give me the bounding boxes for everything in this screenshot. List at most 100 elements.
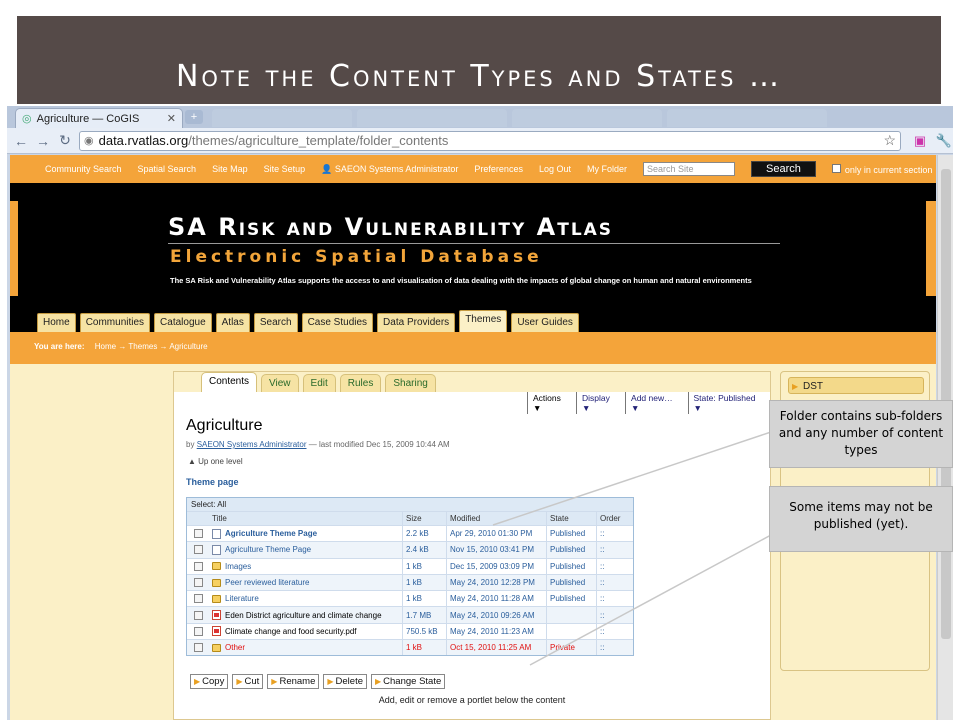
- col-title[interactable]: Title: [209, 514, 402, 523]
- up-one-level-link[interactable]: ▲ Up one level: [188, 457, 243, 466]
- site-search-button[interactable]: Search: [751, 161, 816, 177]
- drag-handle[interactable]: ::: [596, 623, 633, 640]
- content-tabs: Contents View Edit Rules Sharing: [174, 372, 770, 392]
- add-new-menu[interactable]: Add new… ▼: [625, 392, 687, 414]
- drag-handle[interactable]: ::: [596, 591, 633, 607]
- table-row: Eden District agriculture and climate ch…: [187, 606, 633, 623]
- page-menu-icon[interactable]: ▣: [911, 133, 929, 149]
- site-tab-user-guides[interactable]: User Guides: [511, 313, 579, 332]
- only-current-section-checkbox[interactable]: [831, 163, 841, 173]
- col-modified[interactable]: Modified: [446, 512, 546, 525]
- select-all-link[interactable]: All: [217, 500, 226, 509]
- item-title[interactable]: Images: [225, 562, 251, 571]
- new-tab-button[interactable]: +: [185, 110, 203, 124]
- background-tab[interactable]: [357, 109, 507, 127]
- background-tab[interactable]: [667, 109, 827, 127]
- drag-handle[interactable]: ::: [596, 558, 633, 574]
- theme-page-link[interactable]: Theme page: [186, 477, 239, 487]
- browser-tab[interactable]: ◎ Agriculture — CoGIS ✕: [15, 108, 183, 128]
- item-title[interactable]: Climate change and food security.pdf: [225, 627, 356, 636]
- drag-handle[interactable]: ::: [596, 607, 633, 623]
- delete-button[interactable]: ▶ Delete: [323, 674, 367, 689]
- table-header: Title Size Modified State Order: [187, 511, 633, 525]
- row-checkbox[interactable]: [193, 578, 203, 588]
- breadcrumb-path[interactable]: Home → Themes → Agriculture: [95, 342, 208, 351]
- last-modified: — last modified Dec 15, 2009 10:44 AM: [308, 440, 450, 449]
- col-size[interactable]: Size: [402, 512, 446, 525]
- row-checkbox[interactable]: [193, 610, 203, 620]
- row-checkbox[interactable]: [193, 594, 203, 604]
- site-tab-case-studies[interactable]: Case Studies: [301, 313, 374, 332]
- manage-portlets-link[interactable]: Add, edit or remove a portlet below the …: [174, 695, 770, 705]
- background-tab[interactable]: [212, 109, 352, 127]
- row-checkbox[interactable]: [193, 545, 203, 555]
- only-current-section-option[interactable]: only in current section: [831, 163, 932, 175]
- site-setup-link[interactable]: Site Setup: [264, 164, 306, 174]
- cut-button[interactable]: ▶ Cut: [232, 674, 264, 689]
- row-checkbox[interactable]: [193, 643, 203, 653]
- address-bar[interactable]: ◉ data.rvatlas.org/themes/agriculture_te…: [79, 130, 901, 151]
- close-tab-icon[interactable]: ✕: [167, 112, 176, 125]
- row-checkbox[interactable]: [193, 561, 203, 571]
- reload-icon[interactable]: ↻: [57, 132, 73, 149]
- pdf-icon: [212, 610, 221, 621]
- site-tab-catalogue[interactable]: Catalogue: [154, 313, 212, 332]
- private-state: Private: [546, 640, 596, 656]
- header-right-bar: [926, 201, 936, 296]
- tab-rules[interactable]: Rules: [339, 374, 382, 392]
- author-link[interactable]: SAEON Systems Administrator: [197, 440, 307, 449]
- select-all-row: Select: All: [187, 498, 633, 511]
- page-info-icon: ◉: [84, 135, 94, 147]
- bookmark-star-icon[interactable]: ☆: [883, 132, 896, 149]
- preferences-link[interactable]: Preferences: [474, 164, 523, 174]
- change-state-button[interactable]: ▶ Change State: [371, 674, 446, 689]
- tab-edit[interactable]: Edit: [302, 374, 336, 392]
- item-title[interactable]: Agriculture Theme Page: [225, 529, 317, 538]
- site-tab-atlas[interactable]: Atlas: [215, 313, 250, 332]
- item-title[interactable]: Peer reviewed literature: [225, 578, 309, 587]
- table-row: Agriculture Theme Page 2.4 kB Nov 15, 20…: [187, 541, 633, 558]
- rename-button[interactable]: ▶ Rename: [267, 674, 320, 689]
- drag-handle[interactable]: ::: [596, 574, 633, 591]
- site-tab-data-providers[interactable]: Data Providers: [377, 313, 456, 332]
- tab-contents[interactable]: Contents: [201, 372, 258, 392]
- actions-menu[interactable]: Actions ▼: [527, 392, 576, 414]
- wrench-icon[interactable]: 🔧: [935, 133, 953, 149]
- item-title[interactable]: Literature: [225, 594, 259, 603]
- copy-button[interactable]: ▶ Copy: [190, 674, 229, 689]
- forward-arrow-icon[interactable]: →: [35, 133, 51, 149]
- dst-portlet-header[interactable]: ▶ DST: [788, 377, 924, 394]
- col-order[interactable]: Order: [596, 512, 633, 525]
- item-title[interactable]: Agriculture Theme Page: [225, 545, 311, 554]
- tab-sharing[interactable]: Sharing: [385, 374, 436, 392]
- state-menu[interactable]: State: Published ▼: [687, 392, 770, 414]
- background-tab[interactable]: [512, 109, 662, 127]
- site-tab-themes[interactable]: Themes: [459, 310, 508, 332]
- item-title[interactable]: Eden District agriculture and climate ch…: [225, 611, 382, 620]
- spatial-search-link[interactable]: Spatial Search: [138, 164, 197, 174]
- my-folder-link[interactable]: My Folder: [587, 164, 627, 174]
- tab-view[interactable]: View: [261, 374, 299, 392]
- arrow-icon: ▶: [375, 677, 382, 686]
- arrow-icon: ▶: [271, 677, 278, 686]
- callout-unpublished-items: Some items may not be published (yet).: [769, 486, 953, 552]
- site-map-link[interactable]: Site Map: [212, 164, 248, 174]
- item-title[interactable]: Other: [225, 643, 245, 652]
- site-tab-communities[interactable]: Communities: [79, 313, 151, 332]
- site-tab-search[interactable]: Search: [253, 313, 298, 332]
- row-checkbox[interactable]: [193, 626, 203, 636]
- user-link[interactable]: 👤 SAEON Systems Administrator: [321, 164, 458, 175]
- drag-handle[interactable]: ::: [596, 542, 633, 558]
- display-menu[interactable]: Display ▼: [576, 392, 625, 414]
- col-state[interactable]: State: [546, 512, 596, 525]
- folder-icon: [212, 562, 221, 571]
- row-checkbox[interactable]: [193, 529, 203, 539]
- community-search-link[interactable]: Community Search: [45, 164, 122, 174]
- drag-handle[interactable]: ::: [596, 640, 633, 656]
- site-search-input[interactable]: Search Site: [643, 162, 735, 176]
- log-out-link[interactable]: Log Out: [539, 164, 571, 174]
- drag-handle[interactable]: ::: [596, 526, 633, 542]
- back-arrow-icon[interactable]: ←: [13, 133, 29, 149]
- callout-folder-contents: Folder contains sub-folders and any numb…: [769, 400, 953, 468]
- site-tab-home[interactable]: Home: [37, 313, 76, 332]
